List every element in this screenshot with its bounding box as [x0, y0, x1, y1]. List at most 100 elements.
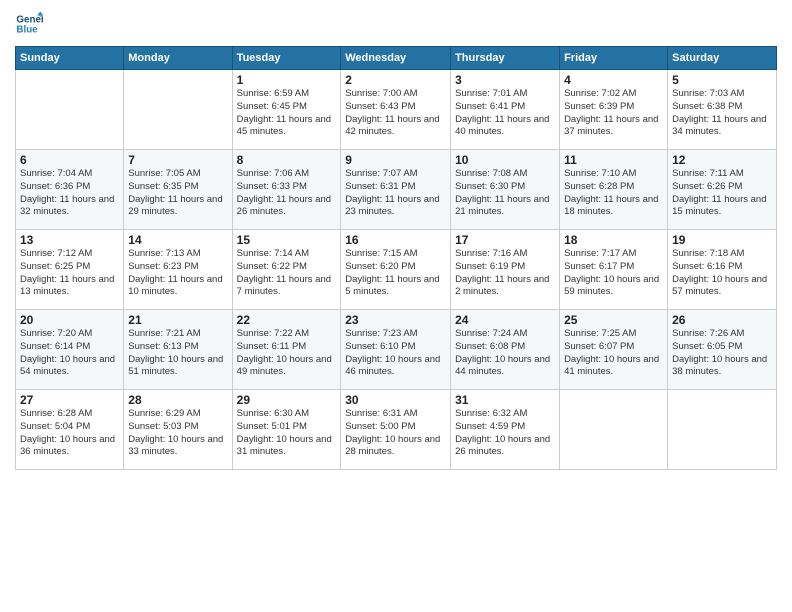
weekday-header: Thursday [451, 47, 560, 70]
calendar-cell: 7Sunrise: 7:05 AM Sunset: 6:35 PM Daylig… [124, 150, 232, 230]
calendar-cell: 8Sunrise: 7:06 AM Sunset: 6:33 PM Daylig… [232, 150, 341, 230]
calendar-cell: 11Sunrise: 7:10 AM Sunset: 6:28 PM Dayli… [560, 150, 668, 230]
calendar-cell: 24Sunrise: 7:24 AM Sunset: 6:08 PM Dayli… [451, 310, 560, 390]
day-number: 6 [20, 153, 119, 167]
weekday-header: Wednesday [341, 47, 451, 70]
logo: General Blue [15, 10, 45, 38]
day-number: 29 [237, 393, 337, 407]
calendar-cell: 20Sunrise: 7:20 AM Sunset: 6:14 PM Dayli… [16, 310, 124, 390]
calendar-cell: 29Sunrise: 6:30 AM Sunset: 5:01 PM Dayli… [232, 390, 341, 470]
calendar-cell: 17Sunrise: 7:16 AM Sunset: 6:19 PM Dayli… [451, 230, 560, 310]
day-number: 16 [345, 233, 446, 247]
day-info: Sunrise: 7:16 AM Sunset: 6:19 PM Dayligh… [455, 248, 555, 299]
day-number: 20 [20, 313, 119, 327]
calendar-cell: 27Sunrise: 6:28 AM Sunset: 5:04 PM Dayli… [16, 390, 124, 470]
day-info: Sunrise: 7:23 AM Sunset: 6:10 PM Dayligh… [345, 328, 446, 379]
header: General Blue [15, 10, 777, 38]
day-info: Sunrise: 7:13 AM Sunset: 6:23 PM Dayligh… [128, 248, 227, 299]
calendar-cell: 26Sunrise: 7:26 AM Sunset: 6:05 PM Dayli… [668, 310, 777, 390]
day-info: Sunrise: 7:00 AM Sunset: 6:43 PM Dayligh… [345, 88, 446, 139]
day-number: 30 [345, 393, 446, 407]
day-info: Sunrise: 6:32 AM Sunset: 4:59 PM Dayligh… [455, 408, 555, 459]
calendar-cell: 13Sunrise: 7:12 AM Sunset: 6:25 PM Dayli… [16, 230, 124, 310]
logo-icon: General Blue [15, 10, 43, 38]
day-number: 2 [345, 73, 446, 87]
day-info: Sunrise: 6:31 AM Sunset: 5:00 PM Dayligh… [345, 408, 446, 459]
day-info: Sunrise: 7:18 AM Sunset: 6:16 PM Dayligh… [672, 248, 772, 299]
day-number: 11 [564, 153, 663, 167]
calendar-cell: 31Sunrise: 6:32 AM Sunset: 4:59 PM Dayli… [451, 390, 560, 470]
calendar-cell: 18Sunrise: 7:17 AM Sunset: 6:17 PM Dayli… [560, 230, 668, 310]
day-number: 28 [128, 393, 227, 407]
day-info: Sunrise: 7:02 AM Sunset: 6:39 PM Dayligh… [564, 88, 663, 139]
day-info: Sunrise: 7:17 AM Sunset: 6:17 PM Dayligh… [564, 248, 663, 299]
day-number: 19 [672, 233, 772, 247]
weekday-header: Monday [124, 47, 232, 70]
day-info: Sunrise: 7:06 AM Sunset: 6:33 PM Dayligh… [237, 168, 337, 219]
calendar-cell [668, 390, 777, 470]
calendar-cell: 14Sunrise: 7:13 AM Sunset: 6:23 PM Dayli… [124, 230, 232, 310]
day-number: 25 [564, 313, 663, 327]
day-number: 15 [237, 233, 337, 247]
day-info: Sunrise: 7:25 AM Sunset: 6:07 PM Dayligh… [564, 328, 663, 379]
day-number: 22 [237, 313, 337, 327]
day-info: Sunrise: 7:03 AM Sunset: 6:38 PM Dayligh… [672, 88, 772, 139]
day-number: 23 [345, 313, 446, 327]
day-info: Sunrise: 7:14 AM Sunset: 6:22 PM Dayligh… [237, 248, 337, 299]
day-number: 12 [672, 153, 772, 167]
calendar-week-row: 6Sunrise: 7:04 AM Sunset: 6:36 PM Daylig… [16, 150, 777, 230]
day-number: 7 [128, 153, 227, 167]
calendar-cell: 1Sunrise: 6:59 AM Sunset: 6:45 PM Daylig… [232, 70, 341, 150]
day-info: Sunrise: 7:26 AM Sunset: 6:05 PM Dayligh… [672, 328, 772, 379]
day-number: 31 [455, 393, 555, 407]
calendar-cell: 3Sunrise: 7:01 AM Sunset: 6:41 PM Daylig… [451, 70, 560, 150]
calendar: SundayMondayTuesdayWednesdayThursdayFrid… [15, 46, 777, 470]
calendar-cell: 30Sunrise: 6:31 AM Sunset: 5:00 PM Dayli… [341, 390, 451, 470]
day-info: Sunrise: 7:01 AM Sunset: 6:41 PM Dayligh… [455, 88, 555, 139]
day-number: 26 [672, 313, 772, 327]
day-info: Sunrise: 6:28 AM Sunset: 5:04 PM Dayligh… [20, 408, 119, 459]
calendar-cell: 28Sunrise: 6:29 AM Sunset: 5:03 PM Dayli… [124, 390, 232, 470]
day-info: Sunrise: 7:24 AM Sunset: 6:08 PM Dayligh… [455, 328, 555, 379]
calendar-cell: 23Sunrise: 7:23 AM Sunset: 6:10 PM Dayli… [341, 310, 451, 390]
calendar-cell: 10Sunrise: 7:08 AM Sunset: 6:30 PM Dayli… [451, 150, 560, 230]
day-info: Sunrise: 7:20 AM Sunset: 6:14 PM Dayligh… [20, 328, 119, 379]
day-info: Sunrise: 6:29 AM Sunset: 5:03 PM Dayligh… [128, 408, 227, 459]
calendar-header-row: SundayMondayTuesdayWednesdayThursdayFrid… [16, 47, 777, 70]
calendar-cell: 2Sunrise: 7:00 AM Sunset: 6:43 PM Daylig… [341, 70, 451, 150]
day-number: 27 [20, 393, 119, 407]
calendar-cell [124, 70, 232, 150]
page: General Blue SundayMondayTuesdayWednesda… [0, 0, 792, 480]
calendar-week-row: 20Sunrise: 7:20 AM Sunset: 6:14 PM Dayli… [16, 310, 777, 390]
calendar-cell: 15Sunrise: 7:14 AM Sunset: 6:22 PM Dayli… [232, 230, 341, 310]
day-number: 5 [672, 73, 772, 87]
day-info: Sunrise: 6:59 AM Sunset: 6:45 PM Dayligh… [237, 88, 337, 139]
calendar-cell: 12Sunrise: 7:11 AM Sunset: 6:26 PM Dayli… [668, 150, 777, 230]
day-info: Sunrise: 7:07 AM Sunset: 6:31 PM Dayligh… [345, 168, 446, 219]
calendar-cell [16, 70, 124, 150]
day-info: Sunrise: 7:04 AM Sunset: 6:36 PM Dayligh… [20, 168, 119, 219]
calendar-cell: 25Sunrise: 7:25 AM Sunset: 6:07 PM Dayli… [560, 310, 668, 390]
calendar-cell: 4Sunrise: 7:02 AM Sunset: 6:39 PM Daylig… [560, 70, 668, 150]
calendar-cell [560, 390, 668, 470]
calendar-cell: 9Sunrise: 7:07 AM Sunset: 6:31 PM Daylig… [341, 150, 451, 230]
calendar-cell: 6Sunrise: 7:04 AM Sunset: 6:36 PM Daylig… [16, 150, 124, 230]
svg-text:Blue: Blue [16, 24, 38, 35]
weekday-header: Friday [560, 47, 668, 70]
day-info: Sunrise: 6:30 AM Sunset: 5:01 PM Dayligh… [237, 408, 337, 459]
calendar-week-row: 1Sunrise: 6:59 AM Sunset: 6:45 PM Daylig… [16, 70, 777, 150]
day-info: Sunrise: 7:05 AM Sunset: 6:35 PM Dayligh… [128, 168, 227, 219]
day-info: Sunrise: 7:11 AM Sunset: 6:26 PM Dayligh… [672, 168, 772, 219]
day-number: 1 [237, 73, 337, 87]
day-number: 24 [455, 313, 555, 327]
day-number: 14 [128, 233, 227, 247]
day-info: Sunrise: 7:12 AM Sunset: 6:25 PM Dayligh… [20, 248, 119, 299]
day-info: Sunrise: 7:08 AM Sunset: 6:30 PM Dayligh… [455, 168, 555, 219]
day-number: 21 [128, 313, 227, 327]
weekday-header: Tuesday [232, 47, 341, 70]
day-number: 3 [455, 73, 555, 87]
day-number: 17 [455, 233, 555, 247]
day-info: Sunrise: 7:22 AM Sunset: 6:11 PM Dayligh… [237, 328, 337, 379]
weekday-header: Saturday [668, 47, 777, 70]
calendar-week-row: 13Sunrise: 7:12 AM Sunset: 6:25 PM Dayli… [16, 230, 777, 310]
